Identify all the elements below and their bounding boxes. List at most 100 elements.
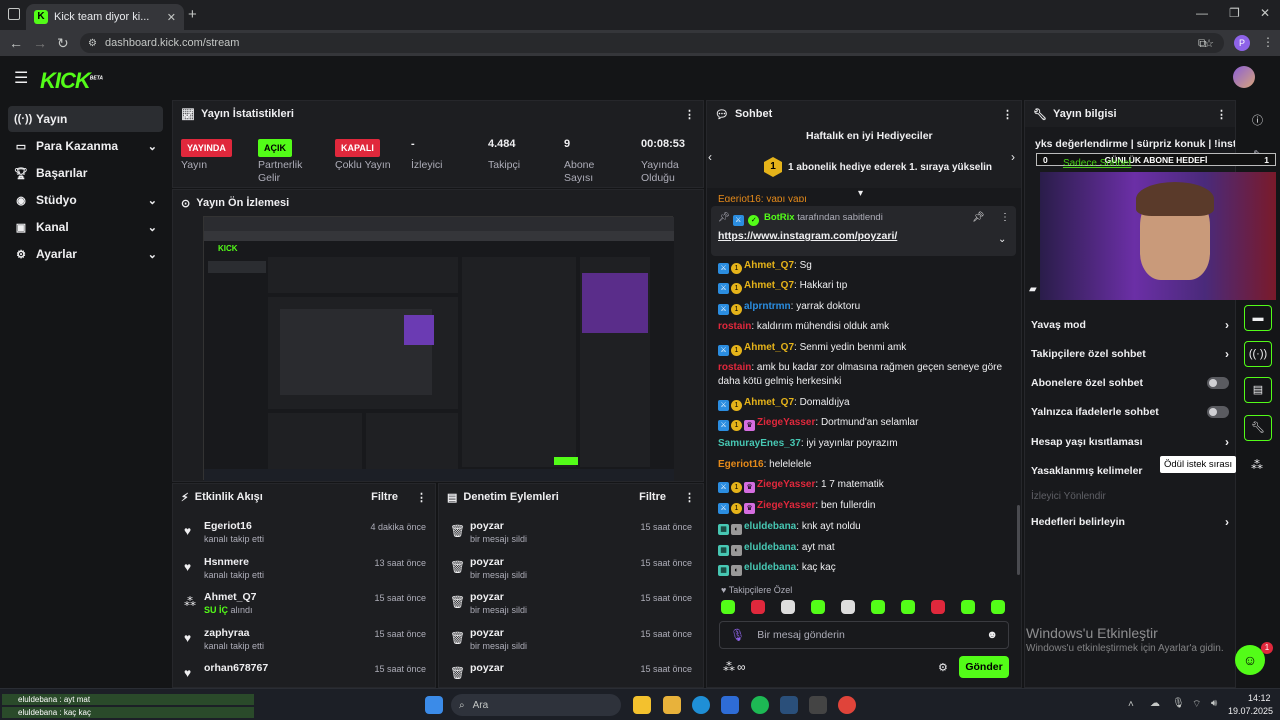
tray-wifi-icon[interactable]: ⌔ bbox=[1192, 698, 1201, 711]
more-options-icon[interactable]: ⋮ bbox=[684, 491, 695, 504]
maximize-icon[interactable]: ❐ bbox=[1229, 6, 1240, 20]
chat-username[interactable]: eluldebana bbox=[744, 521, 796, 532]
rewards-icon[interactable]: ⁂ bbox=[723, 660, 735, 674]
file-explorer-icon[interactable] bbox=[663, 696, 681, 714]
reload-icon[interactable]: ↻ bbox=[57, 35, 69, 52]
subscribers-only-toggle[interactable] bbox=[1207, 377, 1229, 389]
emote[interactable] bbox=[841, 600, 855, 614]
tab-search-icon[interactable] bbox=[8, 8, 20, 20]
chat-username[interactable]: ZiegeYasser bbox=[757, 479, 815, 490]
slow-mode-row[interactable]: Yavaş mod › bbox=[1031, 318, 1229, 332]
new-tab-button[interactable]: + bbox=[188, 6, 197, 23]
chat-username[interactable]: Ahmet_Q7 bbox=[744, 280, 794, 291]
filter-button[interactable]: Filtre bbox=[639, 491, 666, 503]
moderator-name[interactable]: poyzar bbox=[470, 662, 504, 674]
emote[interactable] bbox=[871, 600, 885, 614]
tray-mic-icon[interactable]: 🎙︎ bbox=[1172, 698, 1185, 709]
info-icon[interactable]: ⓘ bbox=[1252, 112, 1263, 128]
sidebar-item-kanal[interactable]: ▣ Kanal ⌄ bbox=[8, 214, 163, 240]
moderator-name[interactable]: poyzar bbox=[470, 520, 504, 532]
chat-username[interactable]: alprntrmn bbox=[744, 301, 791, 312]
site-info-icon[interactable]: ⚙ bbox=[88, 38, 97, 49]
chat-username[interactable]: eluldebana bbox=[744, 562, 796, 573]
chrome-icon[interactable] bbox=[838, 696, 856, 714]
emote[interactable] bbox=[961, 600, 975, 614]
more-options-icon[interactable]: ⋮ bbox=[1002, 108, 1013, 121]
emote[interactable] bbox=[991, 600, 1005, 614]
filter-button[interactable]: Filtre bbox=[371, 491, 398, 503]
close-window-icon[interactable]: ✕ bbox=[1260, 6, 1270, 20]
tools-action-icon[interactable]: 🔧︎ bbox=[1244, 415, 1272, 441]
activity-username[interactable]: zaphyraa bbox=[204, 627, 250, 639]
kick-logo[interactable]: KICKBETA bbox=[40, 68, 103, 94]
profile-avatar[interactable]: P bbox=[1234, 35, 1250, 51]
emotes-only-toggle[interactable] bbox=[1207, 406, 1229, 418]
user-avatar[interactable] bbox=[1233, 66, 1255, 88]
microphone-icon[interactable]: 🎙︎ bbox=[730, 628, 745, 642]
account-age-row[interactable]: Hesap yaşı kısıtlaması › bbox=[1031, 435, 1229, 449]
activity-username[interactable]: orhan678767 bbox=[204, 662, 268, 674]
emote[interactable] bbox=[901, 600, 915, 614]
moderator-name[interactable]: poyzar bbox=[470, 591, 504, 603]
tray-network-icon[interactable]: ☁ bbox=[1150, 698, 1160, 709]
clock-time[interactable]: 14:12 bbox=[1248, 693, 1271, 703]
copilot-icon[interactable] bbox=[633, 696, 651, 714]
chat-username[interactable]: rostain bbox=[718, 362, 751, 373]
next-arrow-icon[interactable]: › bbox=[1011, 150, 1015, 164]
more-options-icon[interactable]: ⋮ bbox=[1216, 108, 1227, 121]
stream-title[interactable]: yks değerlendirme | sürpriz konuk | !ins… bbox=[1035, 138, 1235, 150]
sidebar-item-yayin[interactable]: ((·)) Yayın bbox=[8, 106, 163, 132]
more-options-icon[interactable]: ⋮ bbox=[416, 491, 427, 504]
moderator-name[interactable]: poyzar bbox=[470, 556, 504, 568]
reward-queue-icon[interactable]: ⁂ bbox=[1251, 458, 1263, 472]
chat-scrollbar[interactable] bbox=[1017, 505, 1020, 575]
app-icon[interactable] bbox=[809, 696, 827, 714]
chat-username[interactable]: Egeriot16 bbox=[718, 459, 764, 470]
moderator-name[interactable]: poyzar bbox=[470, 627, 504, 639]
chat-username[interactable]: ZiegeYasser bbox=[757, 417, 815, 428]
more-options-icon[interactable]: ⋮ bbox=[684, 108, 695, 121]
stream-preview-video[interactable]: KICK bbox=[203, 216, 674, 481]
back-icon[interactable]: ← bbox=[9, 35, 23, 51]
sidebar-item-para-kazanma[interactable]: ▭ Para Kazanma ⌄ bbox=[8, 133, 163, 159]
tray-chevron-icon[interactable]: ˄ bbox=[1128, 699, 1134, 710]
sidebar-item-ayarlar[interactable]: ⚙ Ayarlar ⌄ bbox=[8, 241, 163, 267]
collapse-icon[interactable]: ▾ bbox=[858, 188, 863, 199]
chat-username[interactable]: rostain bbox=[718, 321, 751, 332]
quick-action-icon[interactable]: ▬ bbox=[1244, 305, 1272, 331]
activity-username[interactable]: Ahmet_Q7 bbox=[204, 591, 257, 603]
steam-icon[interactable] bbox=[780, 696, 798, 714]
hamburger-menu-icon[interactable]: ☰ bbox=[14, 68, 28, 88]
spotify-icon[interactable] bbox=[751, 696, 769, 714]
windows-start-icon[interactable] bbox=[425, 696, 443, 714]
chat-username[interactable]: Ahmet_Q7 bbox=[744, 397, 794, 408]
close-tab-icon[interactable]: ✕ bbox=[167, 11, 176, 24]
chat-username[interactable]: SamurayEnes_37 bbox=[718, 438, 801, 449]
set-goals-row[interactable]: Hedefleri belirleyin › bbox=[1031, 515, 1229, 529]
followers-only-row[interactable]: Takipçilere özel sohbet › bbox=[1031, 347, 1229, 361]
clip-action-icon[interactable]: ▤ bbox=[1244, 377, 1272, 403]
chevron-down-icon[interactable]: ⌄ bbox=[998, 234, 1006, 245]
store-icon[interactable] bbox=[721, 696, 739, 714]
emote[interactable] bbox=[781, 600, 795, 614]
forward-icon[interactable]: → bbox=[33, 35, 47, 51]
emote[interactable] bbox=[751, 600, 765, 614]
emote[interactable] bbox=[931, 600, 945, 614]
emote[interactable] bbox=[721, 600, 735, 614]
send-button[interactable]: Gönder bbox=[959, 656, 1009, 678]
chat-username[interactable]: eluldebana bbox=[744, 542, 796, 553]
broadcast-action-icon[interactable]: ((·)) bbox=[1244, 341, 1272, 367]
edge-browser-icon[interactable] bbox=[692, 696, 710, 714]
browser-menu-icon[interactable]: ⋮ bbox=[1262, 35, 1274, 49]
chat-settings-icon[interactable]: ⚙ bbox=[938, 661, 948, 674]
pinned-link[interactable]: https://www.instagram.com/poyzari/ bbox=[718, 230, 897, 242]
chat-input[interactable]: 🎙︎ Bir mesaj gönderin ☻ bbox=[719, 621, 1009, 649]
sidebar-item-basarilar[interactable]: 🏆︎ Başarılar bbox=[8, 160, 163, 186]
unpin-icon[interactable]: 📌︎ bbox=[972, 212, 985, 223]
sidebar-item-studyo[interactable]: ◉ Stüdyo ⌄ bbox=[8, 187, 163, 213]
taskbar-search[interactable]: ⌕ Ara bbox=[451, 694, 621, 716]
tray-volume-icon[interactable]: 🔊︎ bbox=[1211, 698, 1217, 709]
url-field[interactable]: ⚙ dashboard.kick.com/stream ☆ bbox=[80, 33, 1224, 53]
prev-arrow-icon[interactable]: ‹ bbox=[708, 150, 712, 164]
minimize-icon[interactable]: — bbox=[1196, 6, 1208, 20]
